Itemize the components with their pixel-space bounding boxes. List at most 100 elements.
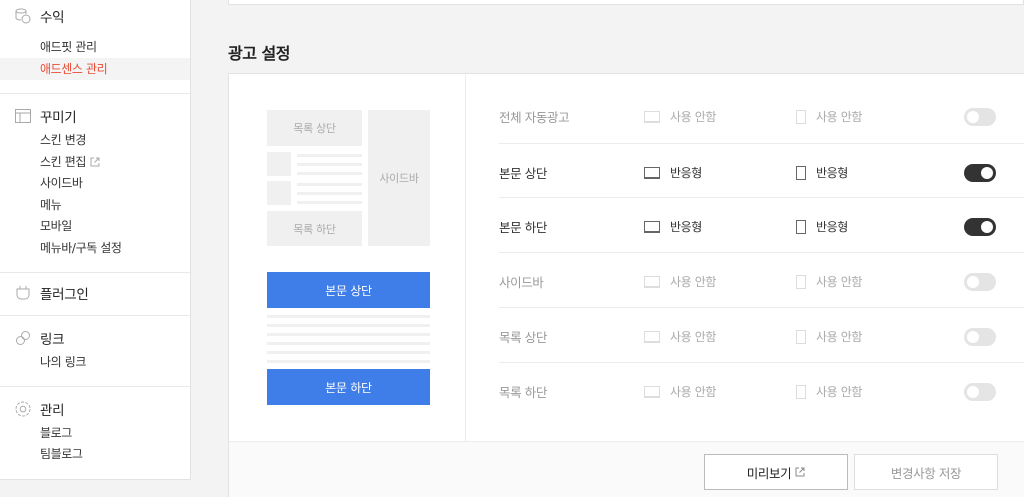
external-link-icon	[90, 155, 100, 171]
sidebar-section-label: 링크	[40, 332, 65, 348]
divider	[0, 386, 190, 387]
mobile-option-value: 반응형	[816, 166, 848, 180]
plug-icon	[14, 284, 32, 302]
ad-toggle[interactable]	[964, 217, 996, 236]
pc-option[interactable]: 사용 안함	[644, 309, 716, 364]
sidebar-item-menu[interactable]: 메뉴	[40, 197, 62, 213]
preview-line	[267, 315, 430, 318]
ad-setting-row: 본문 상단 반응형 반응형	[499, 145, 1024, 200]
preview-line	[267, 333, 430, 336]
ad-toggle[interactable]	[964, 107, 996, 126]
mobile-option[interactable]: 사용 안함	[796, 89, 862, 144]
divider	[0, 93, 190, 94]
save-changes-button[interactable]: 변경사항 저장	[854, 454, 998, 490]
preview-line	[297, 163, 362, 166]
mobile-option[interactable]: 사용 안함	[796, 364, 862, 419]
ad-toggle[interactable]	[964, 272, 996, 291]
row-divider	[499, 252, 1024, 253]
pc-option-value: 반응형	[670, 220, 702, 234]
pc-option-value: 사용 안함	[670, 275, 716, 289]
preview-thumb	[267, 181, 291, 205]
preview-line	[297, 154, 362, 157]
sidebar-section-label: 수익	[40, 10, 65, 26]
mobile-option-value: 사용 안함	[816, 330, 862, 344]
toggle-knob	[967, 330, 979, 343]
pc-option-value: 사용 안함	[670, 110, 716, 124]
ad-toggle[interactable]	[964, 327, 996, 346]
mobile-option[interactable]: 사용 안함	[796, 309, 862, 364]
divider	[0, 315, 190, 316]
mobile-option[interactable]: 사용 안함	[796, 254, 862, 309]
desktop-icon	[644, 110, 660, 123]
coins-icon	[14, 7, 32, 25]
mobile-option[interactable]: 반응형	[796, 199, 848, 254]
sidebar-item-menubar[interactable]: 메뉴바/구독 설정	[40, 240, 122, 256]
mobile-icon	[796, 329, 806, 344]
preview-line	[267, 342, 430, 345]
ad-placement-preview: 목록 상단 사이드바 목록 하단 본문 상단 본문 하단	[229, 74, 466, 441]
ad-setting-row: 전체 자동광고 사용 안함 사용 안함	[499, 89, 1024, 144]
preview-body-bottom: 본문 하단	[267, 369, 430, 405]
mobile-icon	[796, 109, 806, 124]
ad-toggle[interactable]	[964, 163, 996, 182]
ad-settings-panel: 목록 상단 사이드바 목록 하단 본문 상단 본문 하단 전체 자동광고 사용 안…	[228, 73, 1024, 497]
sidebar-item-skin-change[interactable]: 스킨 변경	[40, 132, 86, 148]
sidebar-item-my-link[interactable]: 나의 링크	[40, 354, 86, 370]
sidebar-item-team-blog[interactable]: 팀블로그	[40, 446, 83, 462]
layout-icon	[14, 107, 32, 125]
row-divider	[499, 197, 1024, 198]
toggle-knob	[981, 166, 993, 179]
preview-thumb	[267, 152, 291, 176]
ad-setting-name: 목록 하단	[499, 385, 547, 400]
mobile-icon	[796, 274, 806, 289]
preview-line	[297, 201, 362, 204]
sidebar-item-blog[interactable]: 블로그	[40, 425, 72, 441]
sidebar-item-adsense[interactable]: 애드센스 관리	[0, 58, 190, 80]
sidebar-section-plugin[interactable]: 플러그인	[14, 283, 89, 303]
mobile-option-value: 사용 안함	[816, 385, 862, 399]
sidebar-section-label: 꾸미기	[40, 110, 77, 126]
desktop-icon	[644, 275, 660, 288]
preview-list-bottom: 목록 하단	[267, 211, 362, 246]
mobile-option-value: 사용 안함	[816, 110, 862, 124]
sidebar-item-sidebar[interactable]: 사이드바	[40, 175, 83, 191]
row-divider	[499, 307, 1024, 308]
preview-line	[267, 324, 430, 327]
pc-option[interactable]: 사용 안함	[644, 89, 716, 144]
sidebar-item-adfit[interactable]: 애드핏 관리	[40, 39, 97, 55]
row-divider	[499, 143, 1024, 144]
preview-line	[297, 172, 362, 175]
pc-option[interactable]: 반응형	[644, 199, 702, 254]
ad-toggle[interactable]	[964, 382, 996, 401]
ad-setting-name: 목록 상단	[499, 330, 547, 345]
mobile-option[interactable]: 반응형	[796, 145, 848, 200]
toggle-knob	[967, 110, 979, 123]
desktop-icon	[644, 330, 660, 343]
ad-setting-row: 목록 상단 사용 안함 사용 안함	[499, 309, 1024, 364]
toggle-knob	[981, 220, 993, 233]
ad-setting-row: 본문 하단 반응형 반응형	[499, 199, 1024, 254]
sidebar-section-manage[interactable]: 관리	[14, 399, 65, 419]
sidebar-item-mobile[interactable]: 모바일	[40, 218, 72, 234]
toggle-knob	[967, 275, 979, 288]
preview-body-top: 본문 상단	[267, 272, 430, 308]
preview-button[interactable]: 미리보기	[704, 454, 848, 490]
ad-setting-row: 목록 하단 사용 안함 사용 안함	[499, 364, 1024, 419]
sidebar-section-link[interactable]: 링크	[14, 328, 65, 348]
mobile-option-value: 반응형	[816, 220, 848, 234]
ad-setting-name: 본문 상단	[499, 166, 547, 181]
ad-setting-row: 사이드바 사용 안함 사용 안함	[499, 254, 1024, 309]
gear-icon	[14, 400, 32, 418]
sidebar-section-decorate[interactable]: 꾸미기	[14, 106, 77, 126]
page-title: 광고 설정	[228, 44, 290, 63]
pc-option[interactable]: 사용 안함	[644, 364, 716, 419]
sidebar-item-skin-edit[interactable]: 스킨 편집	[40, 154, 100, 171]
desktop-icon	[644, 385, 660, 398]
preview-list-top: 목록 상단	[267, 110, 362, 146]
preview-line	[297, 192, 362, 195]
toggle-knob	[967, 385, 979, 398]
pc-option[interactable]: 사용 안함	[644, 254, 716, 309]
pc-option[interactable]: 반응형	[644, 145, 702, 200]
sidebar-section-revenue[interactable]: 수익	[14, 6, 65, 26]
preview-sidebar: 사이드바	[368, 110, 430, 246]
